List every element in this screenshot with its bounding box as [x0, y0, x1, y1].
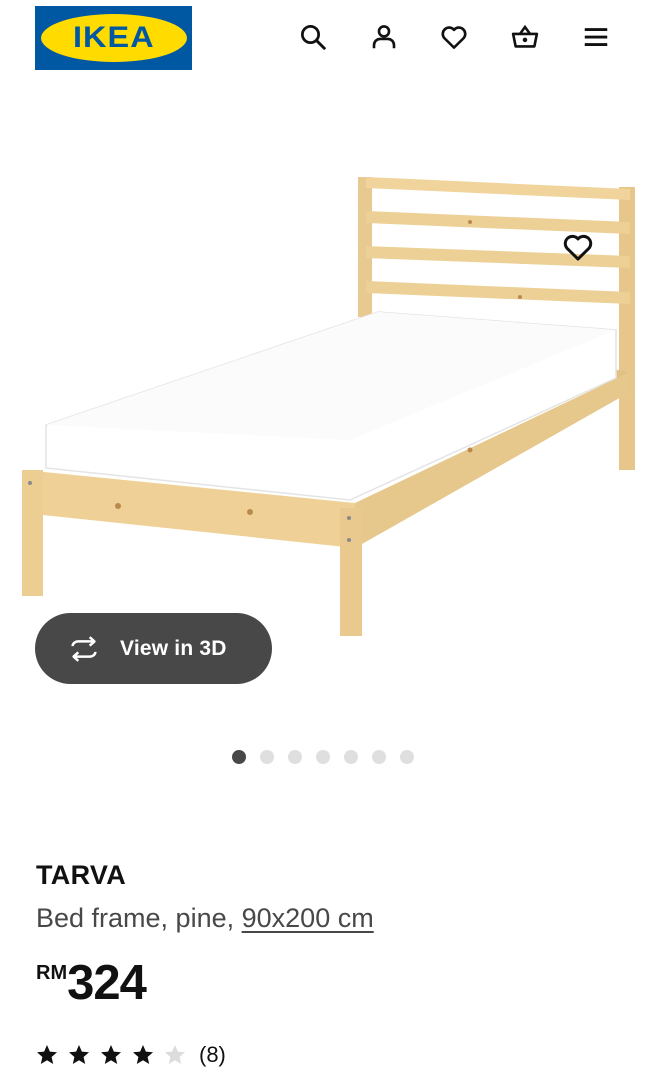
- basket-icon: [511, 24, 539, 48]
- menu-icon: [584, 28, 608, 46]
- carousel-dot[interactable]: [232, 750, 246, 764]
- carousel-dot[interactable]: [400, 750, 414, 764]
- view-in-3d-label: View in 3D: [120, 636, 227, 660]
- star-filled-icon: [37, 1045, 57, 1064]
- carousel-dot[interactable]: [260, 750, 274, 764]
- logo-text: IKEA: [72, 21, 155, 54]
- product-description: Bed frame, pine, 90x200 cm: [36, 903, 374, 934]
- star-empty-icon: [165, 1045, 185, 1064]
- user-icon: [372, 25, 396, 49]
- heart-icon: [441, 26, 467, 49]
- price-amount: 324: [67, 956, 147, 1010]
- heart-icon: [563, 234, 593, 261]
- product-size-link[interactable]: 90x200 cm: [242, 903, 374, 933]
- view-in-3d-button[interactable]: View in 3D: [35, 613, 272, 684]
- logo-oval: IKEA: [40, 14, 187, 62]
- bed-frame-image: [22, 177, 635, 636]
- ikea-logo[interactable]: IKEA: [35, 6, 192, 70]
- review-count: (8): [199, 1042, 226, 1067]
- carousel-dot[interactable]: [288, 750, 302, 764]
- header: IKEA: [0, 0, 648, 80]
- price-currency: RM: [36, 962, 68, 984]
- save-to-favourites-button[interactable]: [556, 227, 600, 267]
- star-filled-icon: [101, 1045, 121, 1064]
- product-price: RM 324: [36, 956, 147, 1010]
- favourites-button[interactable]: [436, 19, 472, 55]
- carousel-dot[interactable]: [372, 750, 386, 764]
- menu-button[interactable]: [578, 19, 614, 55]
- star-filled-icon: [69, 1045, 89, 1064]
- rotate-3d-icon: [65, 635, 103, 663]
- carousel-dots: [232, 750, 414, 764]
- search-button[interactable]: [295, 19, 331, 55]
- search-icon: [301, 25, 326, 50]
- account-button[interactable]: [366, 19, 402, 55]
- carousel-dot[interactable]: [316, 750, 330, 764]
- star-filled-icon: [133, 1045, 153, 1064]
- product-type: Bed frame, pine,: [36, 903, 242, 933]
- basket-button[interactable]: [507, 19, 543, 55]
- product-rating[interactable]: (8): [35, 1042, 226, 1068]
- product-name: TARVA: [36, 860, 127, 890]
- carousel-dot[interactable]: [344, 750, 358, 764]
